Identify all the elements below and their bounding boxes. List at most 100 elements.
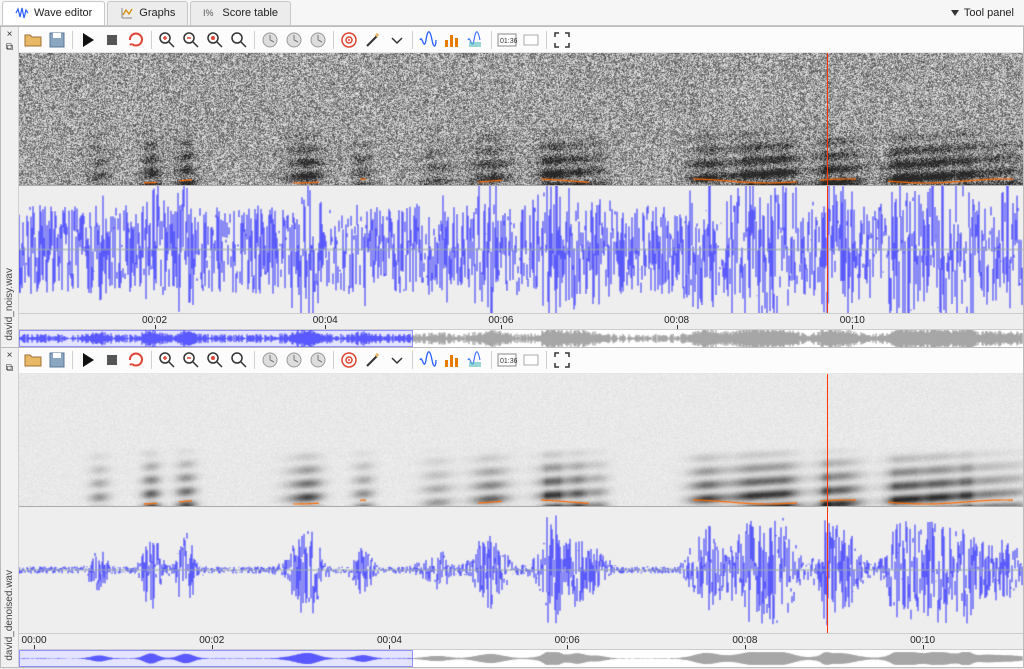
time-counter[interactable]: 01:36: [496, 29, 518, 51]
timer-a-button[interactable]: [259, 349, 281, 371]
filename-label: david_denoised.wav: [4, 570, 15, 661]
audio-pane: × ⧉ david_noisy.wav 01:36 00:0200:0400:0…: [1, 27, 1023, 348]
target-button[interactable]: [338, 349, 360, 371]
viewer[interactable]: 00:0000:0200:0400:0600:0800:10: [19, 374, 1023, 668]
pane-toolbar: 01:36: [19, 27, 1023, 53]
tool-panel-label: Tool panel: [964, 7, 1014, 19]
wand-button[interactable]: [362, 29, 384, 51]
zoom-sel-button[interactable]: [228, 349, 250, 371]
clock-icon: [308, 350, 328, 370]
filename-label: david_noisy.wav: [4, 268, 15, 341]
wand-button[interactable]: [362, 349, 384, 371]
zoom-out-button[interactable]: [180, 349, 202, 371]
play-button[interactable]: [77, 29, 99, 51]
separator: [254, 351, 255, 369]
filter-dropdown[interactable]: [386, 29, 408, 51]
view-both-button[interactable]: [465, 29, 487, 51]
spectrogram-view[interactable]: [19, 374, 1023, 507]
close-pane-button[interactable]: ×: [7, 350, 13, 361]
separator: [491, 351, 492, 369]
zoom-out-button[interactable]: [180, 29, 202, 51]
clock-icon: [308, 30, 328, 50]
tab-wave-editor[interactable]: Wave editor: [2, 1, 105, 25]
table-icon: I%: [203, 6, 217, 20]
fullscreen-icon: [552, 350, 572, 370]
save-button[interactable]: [46, 29, 68, 51]
separator: [72, 31, 73, 49]
separator: [412, 31, 413, 49]
tab-graphs[interactable]: Graphs: [107, 1, 188, 25]
separator: [546, 31, 547, 49]
overview-selection[interactable]: [19, 650, 413, 667]
waveform-icon: [418, 30, 438, 50]
view-spec-button[interactable]: [441, 349, 463, 371]
stop-button[interactable]: [101, 349, 123, 371]
view-wave-button[interactable]: [417, 349, 439, 371]
zoom-fit-button[interactable]: [204, 29, 226, 51]
overview-strip[interactable]: [19, 329, 1023, 347]
zoom-fit-button[interactable]: [204, 349, 226, 371]
clock-icon: [284, 350, 304, 370]
waveform-view[interactable]: [19, 507, 1023, 633]
fullscreen-button[interactable]: [551, 349, 573, 371]
timer-a-button[interactable]: [259, 29, 281, 51]
audio-pane: × ⧉ david_denoised.wav 01:36 00:0000:020…: [1, 348, 1023, 668]
blank-toggle[interactable]: [520, 29, 542, 51]
stop-button[interactable]: [101, 29, 123, 51]
zoom-in-button[interactable]: [156, 29, 178, 51]
open-file-button[interactable]: [22, 29, 44, 51]
waveform-icon: [418, 350, 438, 370]
timer-b-button[interactable]: [283, 29, 305, 51]
overview-strip[interactable]: [19, 649, 1023, 667]
time-ruler[interactable]: 00:0200:0400:0600:0800:10: [19, 313, 1023, 329]
link-pane-button[interactable]: ⧉: [6, 42, 13, 53]
zoom-in-icon: [157, 350, 177, 370]
loop-button[interactable]: [125, 349, 147, 371]
disk-icon: [47, 350, 67, 370]
tool-panel-toggle[interactable]: Tool panel: [951, 7, 1024, 19]
timer-c-button[interactable]: [307, 29, 329, 51]
filter-dropdown[interactable]: [386, 349, 408, 371]
open-file-button[interactable]: [22, 349, 44, 371]
loop-button[interactable]: [125, 29, 147, 51]
disk-icon: [47, 30, 67, 50]
pane-toolbar: 01:36: [19, 348, 1023, 374]
play-button[interactable]: [77, 349, 99, 371]
timer-c-button[interactable]: [307, 349, 329, 371]
separator: [546, 351, 547, 369]
waveform-view[interactable]: [19, 186, 1023, 312]
viewer[interactable]: 00:0200:0400:0600:0800:10: [19, 53, 1023, 347]
view-spec-button[interactable]: [441, 29, 463, 51]
pane-side: × ⧉ david_noisy.wav: [1, 27, 19, 347]
tab-label: Graphs: [139, 7, 175, 19]
svg-text:01:36: 01:36: [500, 38, 517, 45]
blank-icon: [521, 350, 541, 370]
counter-icon: 01:36: [497, 350, 517, 370]
zoom-in-icon: [157, 30, 177, 50]
timer-b-button[interactable]: [283, 349, 305, 371]
view-both-button[interactable]: [465, 349, 487, 371]
spectrogram-view[interactable]: [19, 53, 1023, 186]
view-wave-button[interactable]: [417, 29, 439, 51]
zoom-in-button[interactable]: [156, 349, 178, 371]
overview-selection[interactable]: [19, 330, 413, 347]
spectrogram-icon: [442, 30, 462, 50]
editor-panes: × ⧉ david_noisy.wav 01:36 00:0200:0400:0…: [0, 26, 1024, 668]
separator: [333, 31, 334, 49]
time-ruler[interactable]: 00:0000:0200:0400:0600:0800:10: [19, 633, 1023, 649]
zoom-sel-button[interactable]: [228, 29, 250, 51]
both-icon: [466, 30, 486, 50]
blank-toggle[interactable]: [520, 349, 542, 371]
graph-icon: [120, 6, 134, 20]
loop-icon: [126, 30, 146, 50]
tab-score-table[interactable]: I% Score table: [190, 1, 291, 25]
close-pane-button[interactable]: ×: [7, 29, 13, 40]
link-pane-button[interactable]: ⧉: [6, 363, 13, 374]
separator: [151, 31, 152, 49]
target-button[interactable]: [338, 29, 360, 51]
save-button[interactable]: [46, 349, 68, 371]
time-counter[interactable]: 01:36: [496, 349, 518, 371]
zoom-sel-icon: [229, 350, 249, 370]
zoom-fit-icon: [205, 30, 225, 50]
fullscreen-button[interactable]: [551, 29, 573, 51]
